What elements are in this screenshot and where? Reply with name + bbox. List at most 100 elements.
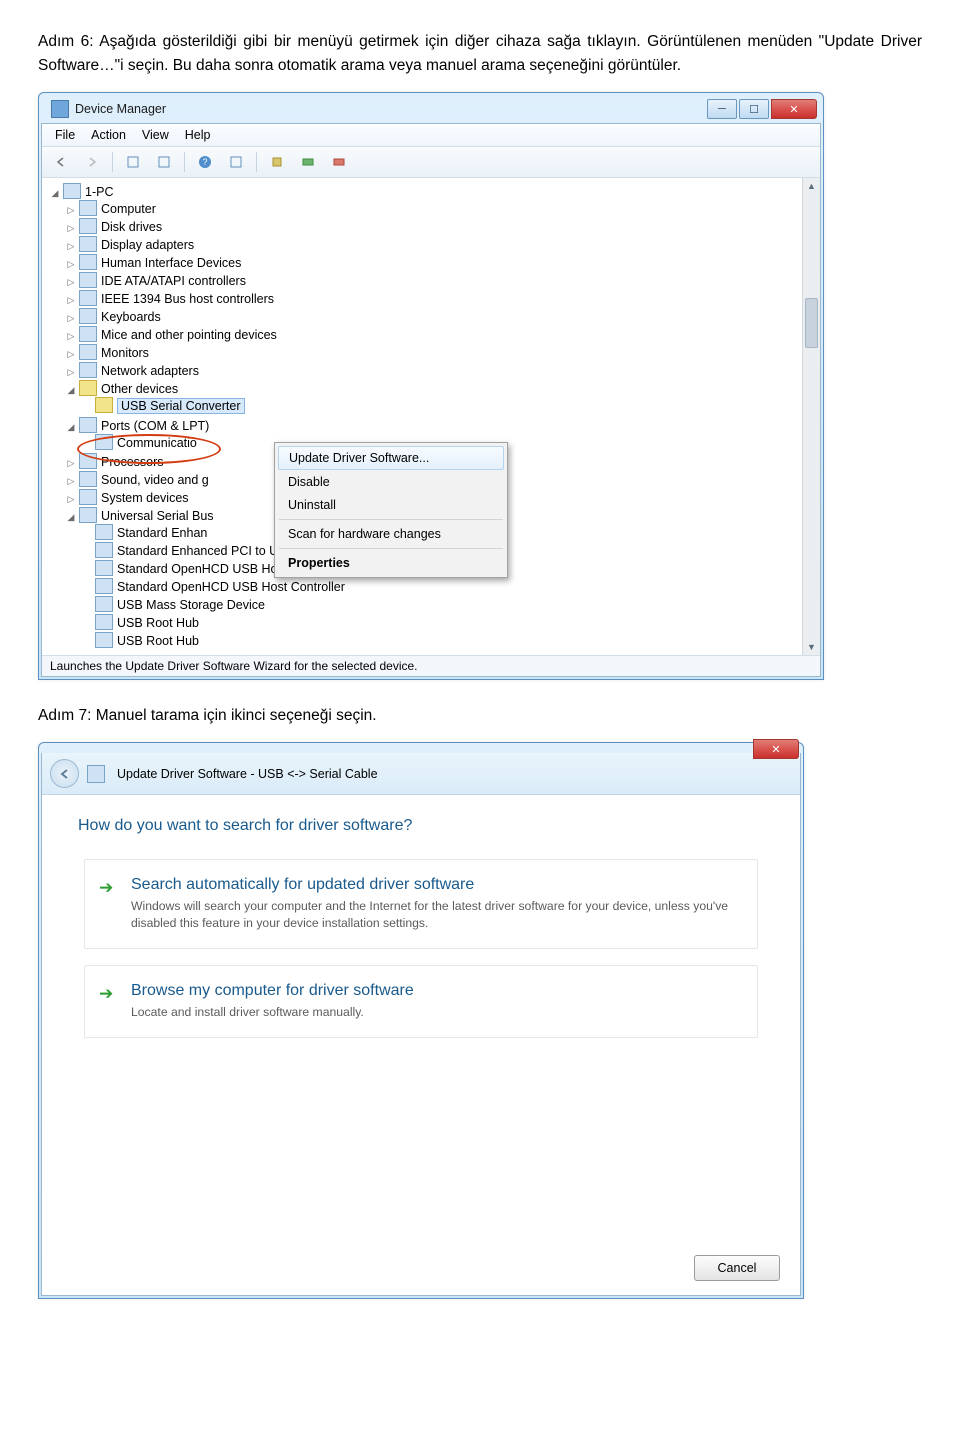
tree-item[interactable]: Keyboards bbox=[101, 310, 161, 324]
usb-controllers-node[interactable]: Universal Serial Bus bbox=[101, 509, 214, 523]
expand-icon[interactable]: ▷ bbox=[66, 476, 76, 486]
ports-icon bbox=[79, 417, 97, 433]
device-manager-window: Device Manager ─ ☐ ✕ File Action View He… bbox=[38, 92, 824, 680]
tree-item[interactable]: Display adapters bbox=[101, 238, 194, 252]
expand-icon[interactable]: ▷ bbox=[66, 277, 76, 287]
device-icon bbox=[79, 254, 97, 270]
tree-item[interactable]: Standard OpenHCD USB Host Controller bbox=[117, 580, 345, 594]
tool-icon[interactable] bbox=[120, 150, 146, 174]
device-icon bbox=[79, 272, 97, 288]
arrow-icon: ➔ bbox=[99, 878, 113, 898]
usb-icon bbox=[95, 578, 113, 594]
cancel-button[interactable]: Cancel bbox=[694, 1255, 780, 1281]
menu-view[interactable]: View bbox=[135, 126, 176, 144]
tree-item[interactable]: IEEE 1394 Bus host controllers bbox=[101, 292, 274, 306]
context-menu: Update Driver Software... Disable Uninst… bbox=[274, 442, 508, 578]
computer-icon bbox=[63, 183, 81, 199]
arrow-icon: ➔ bbox=[99, 984, 113, 1004]
back-button[interactable] bbox=[50, 759, 79, 788]
toolbar: ? bbox=[42, 147, 820, 178]
collapse-icon[interactable]: ◢ bbox=[66, 385, 76, 395]
scan-icon[interactable] bbox=[264, 150, 290, 174]
expand-icon[interactable]: ▷ bbox=[66, 295, 76, 305]
expand-icon[interactable]: ▷ bbox=[66, 349, 76, 359]
warning-icon bbox=[95, 397, 113, 413]
ctx-update-driver[interactable]: Update Driver Software... bbox=[278, 446, 504, 470]
device-icon bbox=[79, 344, 97, 360]
device-icon bbox=[79, 308, 97, 324]
menu-action[interactable]: Action bbox=[84, 126, 133, 144]
scroll-down-icon[interactable]: ▼ bbox=[803, 639, 820, 655]
expand-icon[interactable]: ▷ bbox=[66, 331, 76, 341]
tree-item[interactable]: System devices bbox=[101, 491, 189, 505]
expand-icon[interactable]: ▷ bbox=[66, 313, 76, 323]
title-bar[interactable]: Device Manager ─ ☐ ✕ bbox=[41, 95, 821, 123]
tool-icon[interactable] bbox=[326, 150, 352, 174]
step6-text: Adım 6: Aşağıda gösterildiği gibi bir me… bbox=[38, 30, 922, 78]
expand-icon[interactable]: ▷ bbox=[66, 458, 76, 468]
tool-icon[interactable] bbox=[223, 150, 249, 174]
expand-icon[interactable]: ▷ bbox=[66, 367, 76, 377]
tree-item[interactable]: Disk drives bbox=[101, 220, 162, 234]
back-icon[interactable] bbox=[48, 150, 74, 174]
fwd-icon[interactable] bbox=[79, 150, 105, 174]
expand-icon[interactable]: ▷ bbox=[66, 241, 76, 251]
tree-item[interactable]: Standard Enhan bbox=[117, 526, 207, 540]
ctx-disable[interactable]: Disable bbox=[278, 471, 504, 493]
step7-text: Adım 7: Manuel tarama için ikinci seçene… bbox=[38, 704, 922, 728]
tree-item[interactable]: USB Mass Storage Device bbox=[117, 598, 265, 612]
minimize-button[interactable]: ─ bbox=[707, 99, 737, 119]
status-bar: Launches the Update Driver Software Wiza… bbox=[42, 655, 820, 676]
tree-item[interactable]: Monitors bbox=[101, 346, 149, 360]
ctx-scan[interactable]: Scan for hardware changes bbox=[278, 523, 504, 545]
ports-node[interactable]: Ports (COM & LPT) bbox=[101, 419, 209, 433]
option-browse-computer[interactable]: ➔ Browse my computer for driver software… bbox=[84, 965, 758, 1038]
expand-icon[interactable]: ▷ bbox=[66, 494, 76, 504]
menu-help[interactable]: Help bbox=[178, 126, 218, 144]
tree-item[interactable]: Human Interface Devices bbox=[101, 256, 241, 270]
menu-file[interactable]: File bbox=[48, 126, 82, 144]
usb-icon bbox=[95, 542, 113, 558]
help-icon[interactable]: ? bbox=[192, 150, 218, 174]
scrollbar[interactable]: ▲ ▼ bbox=[802, 178, 820, 655]
close-button[interactable]: ✕ bbox=[771, 99, 817, 119]
expand-icon[interactable]: ▷ bbox=[66, 223, 76, 233]
device-icon bbox=[79, 453, 97, 469]
maximize-button[interactable]: ☐ bbox=[739, 99, 769, 119]
device-tree[interactable]: ◢ 1-PC ▷ Computer ▷ Disk drives ▷ Display ad… bbox=[42, 178, 802, 655]
ctx-properties[interactable]: Properties bbox=[278, 552, 504, 574]
usb-serial-converter[interactable]: USB Serial Converter bbox=[117, 398, 245, 414]
tree-item[interactable]: Mice and other pointing devices bbox=[101, 328, 277, 342]
tool-icon[interactable] bbox=[295, 150, 321, 174]
expand-icon[interactable]: ▷ bbox=[66, 205, 76, 215]
collapse-icon[interactable]: ◢ bbox=[66, 422, 76, 432]
tree-item[interactable]: Processors bbox=[101, 455, 164, 469]
ctx-uninstall[interactable]: Uninstall bbox=[278, 494, 504, 516]
other-devices-node[interactable]: Other devices bbox=[101, 382, 178, 396]
tree-item[interactable]: Communicatio bbox=[117, 436, 197, 450]
tool-icon[interactable] bbox=[151, 150, 177, 174]
warning-icon bbox=[79, 380, 97, 396]
device-icon bbox=[79, 362, 97, 378]
collapse-icon[interactable]: ◢ bbox=[66, 512, 76, 522]
usb-icon bbox=[95, 614, 113, 630]
scroll-thumb[interactable] bbox=[805, 298, 818, 348]
scroll-up-icon[interactable]: ▲ bbox=[803, 178, 820, 194]
dialog-header: Update Driver Software - USB <-> Serial … bbox=[42, 753, 800, 795]
usb-icon bbox=[95, 560, 113, 576]
close-button[interactable]: ✕ bbox=[753, 739, 799, 759]
device-icon bbox=[79, 236, 97, 252]
option-search-auto[interactable]: ➔ Search automatically for updated drive… bbox=[84, 859, 758, 949]
device-icon bbox=[79, 218, 97, 234]
tree-item[interactable]: USB Root Hub bbox=[117, 616, 199, 630]
tree-item[interactable]: Sound, video and g bbox=[101, 473, 209, 487]
usb-icon bbox=[95, 596, 113, 612]
tree-item[interactable]: IDE ATA/ATAPI controllers bbox=[101, 274, 246, 288]
tree-item[interactable]: USB Root Hub bbox=[117, 634, 199, 648]
tree-item[interactable]: Computer bbox=[101, 202, 156, 216]
tree-item[interactable]: Network adapters bbox=[101, 364, 199, 378]
expand-icon[interactable]: ▷ bbox=[66, 259, 76, 269]
collapse-icon[interactable]: ◢ bbox=[50, 188, 60, 198]
device-icon bbox=[79, 200, 97, 216]
root-node[interactable]: 1-PC bbox=[85, 185, 113, 199]
